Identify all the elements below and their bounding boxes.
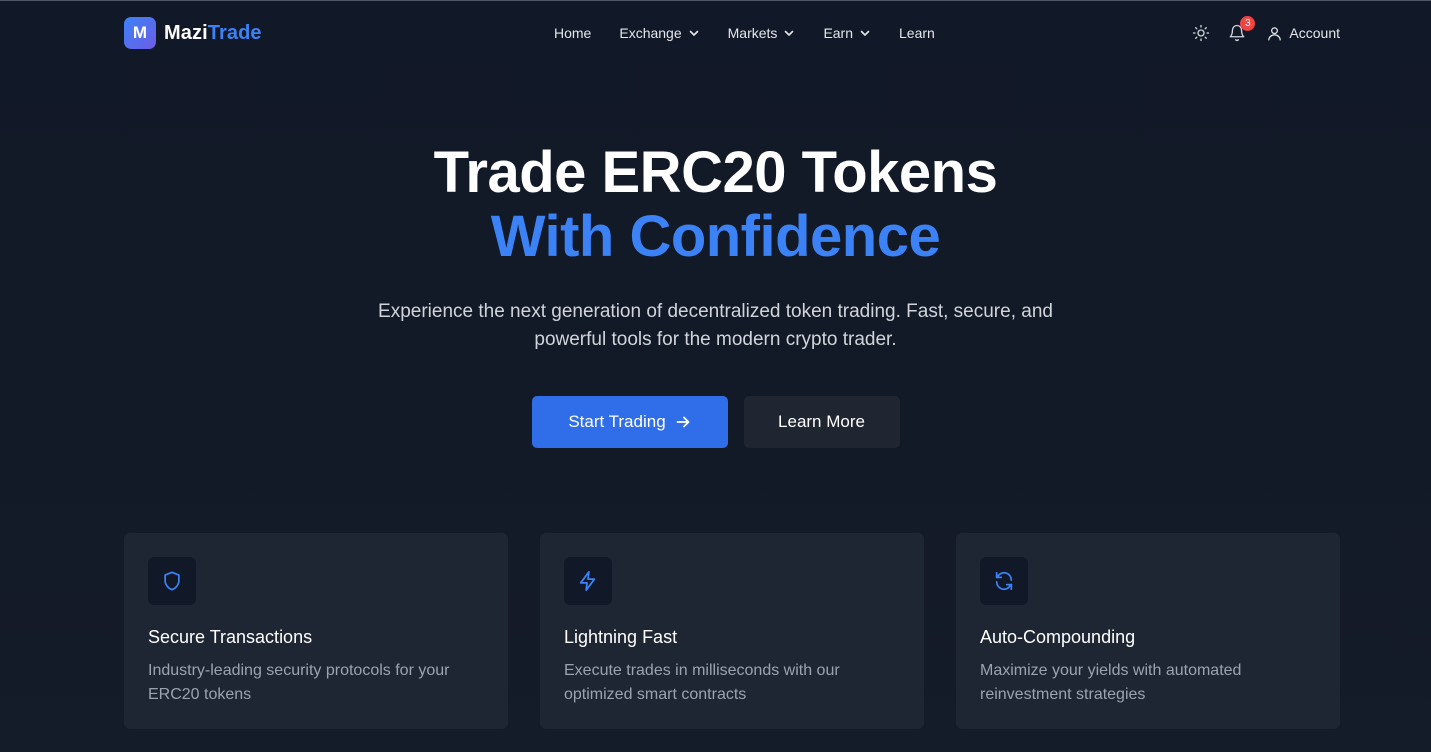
- learn-more-button[interactable]: Learn More: [743, 396, 900, 448]
- chevron-down-icon: [860, 30, 870, 36]
- feature-icon-box: [980, 557, 1028, 605]
- brand-logo[interactable]: M MaziTrade: [124, 17, 262, 49]
- nav-learn[interactable]: Learn: [899, 25, 935, 41]
- feature-description: Execute trades in milliseconds with our …: [564, 662, 840, 703]
- hero-title-line1: Trade ERC20 Tokens: [433, 140, 998, 205]
- notifications-button[interactable]: 3: [1226, 16, 1256, 44]
- brand-name-part2: Trade: [207, 21, 262, 44]
- chevron-down-icon: [689, 30, 698, 36]
- feature-title: Auto-Compounding: [980, 627, 1136, 647]
- feature-icon-box: [564, 557, 612, 605]
- feature-card-compounding: Auto-Compounding Maximize your yields wi…: [956, 533, 1340, 729]
- account-button[interactable]: Account: [1266, 25, 1340, 42]
- feature-card-fast: Lightning Fast Execute trades in millise…: [540, 533, 924, 729]
- feature-card-secure: Secure Transactions Industry-leading sec…: [124, 533, 508, 729]
- hero-subtitle: Experience the next generation of decent…: [378, 301, 1053, 350]
- logo-badge: M: [124, 17, 156, 49]
- features-section: Secure Transactions Industry-leading sec…: [124, 533, 1340, 729]
- start-trading-label: Start Trading: [568, 412, 666, 431]
- feature-description: Industry-leading security protocols for …: [148, 662, 450, 703]
- hero-title-line2: With Confidence: [490, 204, 941, 269]
- navbar: M MaziTrade Home Exchange Markets Earn L…: [0, 1, 1431, 65]
- start-trading-button[interactable]: Start Trading: [531, 396, 728, 448]
- theme-toggle-button[interactable]: [1190, 22, 1212, 44]
- nav-exchange-label: Exchange: [619, 25, 682, 41]
- feature-title: Secure Transactions: [148, 627, 313, 647]
- nav-markets-label: Markets: [727, 25, 778, 41]
- nav-markets[interactable]: Markets: [728, 25, 796, 41]
- learn-more-label: Learn More: [778, 412, 865, 431]
- refresh-icon: [995, 571, 1013, 591]
- shield-icon: [164, 571, 180, 591]
- hero-section: Trade ERC20 Tokens With Confidence Exper…: [0, 140, 1431, 448]
- feature-description: Maximize your yields with automated rein…: [980, 662, 1242, 703]
- sun-icon: [1193, 24, 1210, 42]
- nav-home[interactable]: Home: [554, 25, 591, 41]
- account-label: Account: [1289, 25, 1340, 41]
- feature-icon-box: [148, 557, 196, 605]
- hero-actions: Start Trading Learn More: [0, 396, 1431, 448]
- feature-title: Lightning Fast: [564, 627, 678, 647]
- user-icon: [1268, 26, 1282, 41]
- nav-actions: 3 Account: [1190, 16, 1340, 46]
- lightning-icon: [579, 570, 596, 592]
- chevron-down-icon: [785, 30, 794, 36]
- nav-exchange[interactable]: Exchange: [619, 25, 699, 41]
- brand-name: MaziTrade: [164, 22, 262, 45]
- nav-earn-label: Earn: [823, 25, 854, 41]
- nav-earn[interactable]: Earn: [823, 25, 871, 41]
- brand-name-part1: Mazi: [164, 21, 208, 44]
- nav-learn-label: Learn: [899, 25, 935, 41]
- notification-count-badge: 3: [1240, 16, 1256, 31]
- arrow-right-icon: [676, 416, 690, 428]
- nav-home-label: Home: [554, 25, 592, 41]
- main-nav: Home Exchange Markets Earn Learn: [554, 22, 935, 44]
